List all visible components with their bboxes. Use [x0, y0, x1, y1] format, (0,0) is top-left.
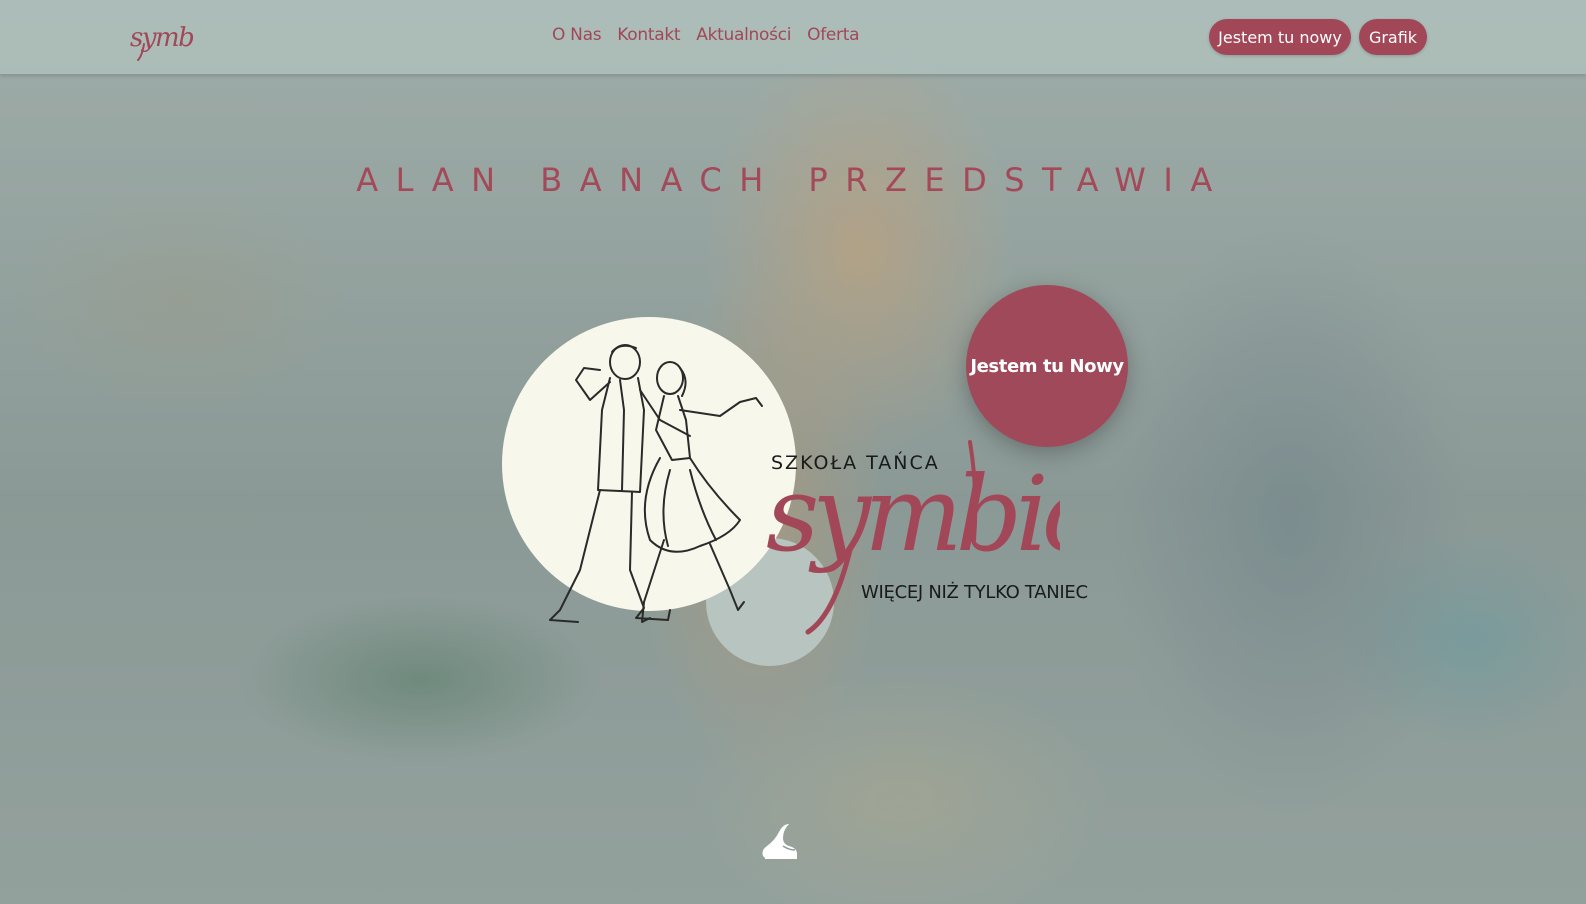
dance-shoe-icon[interactable] — [759, 820, 799, 862]
hero-headline: ALAN BANACH PRZEDSTAWIA — [356, 161, 1230, 200]
dancing-couple-illustration — [549, 344, 763, 623]
brand-wordmark: symbio — [766, 440, 1060, 635]
new-here-button[interactable]: Jestem tu nowy — [1209, 19, 1351, 55]
main-nav: O Nas Kontakt Aktualności Oferta — [552, 25, 860, 45]
nav-link-aktualnosci[interactable]: Aktualności — [696, 25, 791, 45]
nav-link-kontakt[interactable]: Kontakt — [617, 25, 680, 45]
top-navbar: symbio O Nas Kontakt Aktualności Oferta … — [0, 0, 1586, 74]
nav-link-o-nas[interactable]: O Nas — [552, 25, 602, 45]
nav-link-oferta[interactable]: Oferta — [807, 25, 859, 45]
new-here-cta[interactable]: Jestem tu Nowy — [966, 285, 1128, 447]
svg-text:symbio: symbio — [766, 453, 1060, 575]
schedule-button[interactable]: Grafik — [1359, 19, 1427, 55]
svg-text:symbio: symbio — [130, 23, 194, 53]
symbio-logo[interactable]: symbio — [128, 14, 194, 62]
tagline: WIĘCEJ NIŻ TYLKO TANIEC — [861, 582, 1088, 603]
